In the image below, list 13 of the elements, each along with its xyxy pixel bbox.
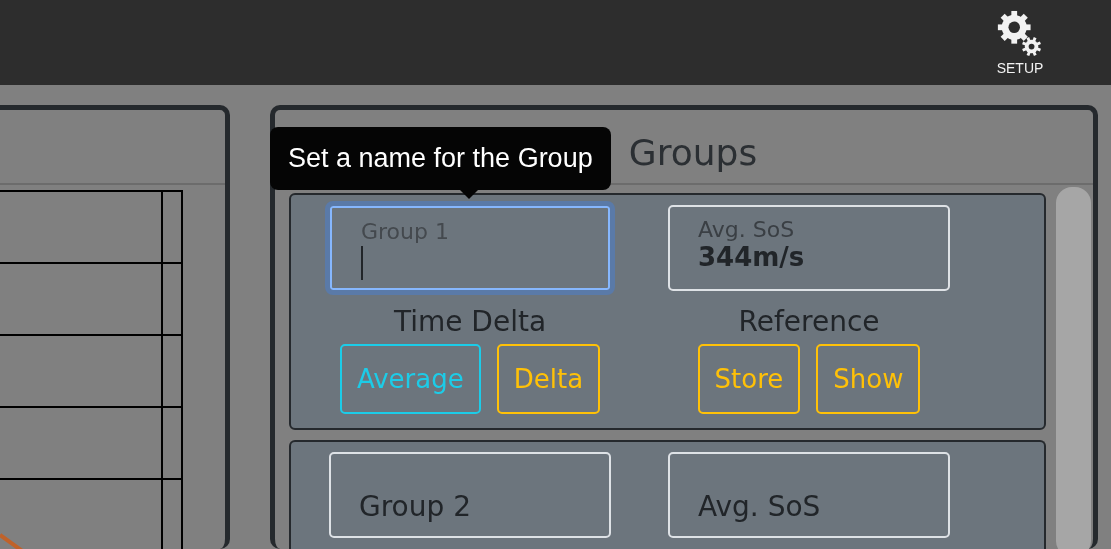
- setup-button[interactable]: SETUP: [995, 0, 1045, 85]
- option-button[interactable]: Store: [697, 344, 801, 414]
- name-field[interactable]: Group 2: [329, 452, 611, 538]
- option-button[interactable]: Average: [339, 344, 481, 414]
- option-button[interactable]: Show: [816, 344, 921, 414]
- tooltip-arrow: [460, 190, 478, 199]
- section-label: Time Delta: [393, 305, 547, 338]
- panel-title: Groups: [627, 132, 758, 175]
- option-button[interactable]: Delta: [496, 344, 601, 414]
- section-label: Reference: [738, 305, 880, 338]
- sos-field: Avg. SoS 344m/s: [668, 205, 950, 291]
- scrollbar[interactable]: [1056, 187, 1091, 549]
- sos-field: Avg. SoS: [668, 452, 950, 538]
